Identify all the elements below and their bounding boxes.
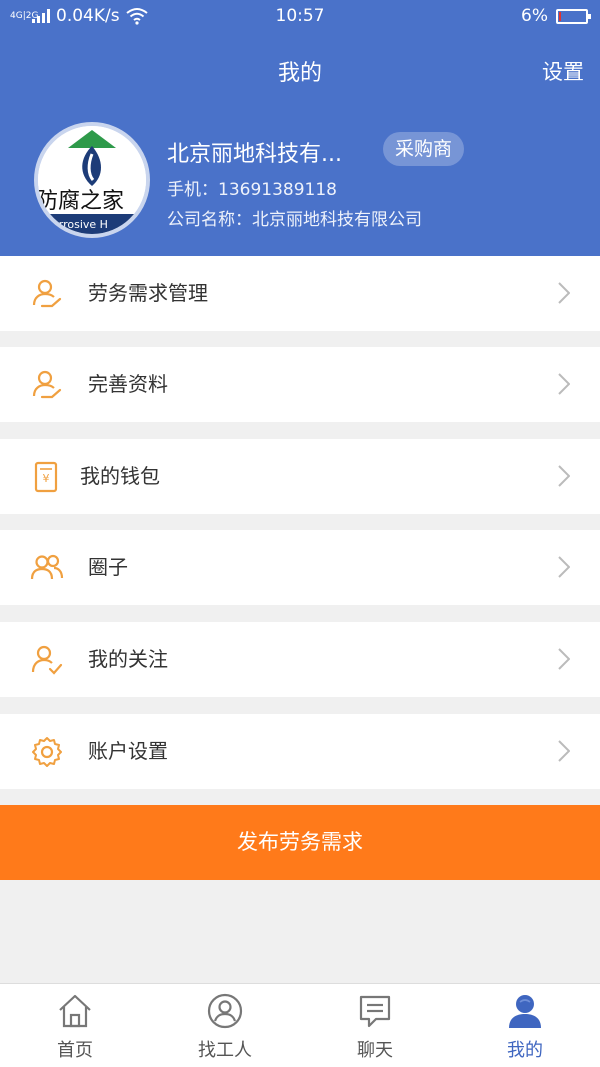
menu-item-following[interactable]: 我的关注: [0, 622, 600, 697]
tab-label: 我的: [507, 1040, 543, 1061]
person-check-icon: [31, 645, 63, 675]
menu-label: 劳务需求管理: [88, 281, 208, 305]
phone-number: 手机：13691389118: [167, 180, 337, 200]
menu-item-circle[interactable]: 圈子: [0, 530, 600, 605]
chevron-right-icon: [558, 465, 570, 487]
company-logo-icon: 防腐之家 corrosive H: [38, 126, 146, 234]
tab-chat[interactable]: 聊天: [300, 984, 450, 1067]
clock: 10:57: [275, 6, 325, 26]
menu-item-wallet[interactable]: ¥ 我的钱包: [0, 439, 600, 514]
chevron-right-icon: [558, 740, 570, 762]
chevron-right-icon: [558, 373, 570, 395]
menu-label: 完善资料: [88, 372, 168, 396]
tab-label: 聊天: [357, 1040, 393, 1061]
person-hand-icon: [32, 370, 62, 399]
user-name: 北京丽地科技有...: [167, 142, 342, 167]
find-worker-icon: [207, 993, 243, 1029]
gear-icon: [32, 737, 62, 767]
svg-text:¥: ¥: [43, 472, 50, 485]
tab-label: 找工人: [198, 1040, 252, 1061]
company-name: 公司名称：北京丽地科技有限公司: [167, 210, 422, 230]
battery-percent: 6%: [521, 6, 548, 26]
profile-icon: [509, 995, 541, 1028]
home-icon: [59, 994, 91, 1028]
avatar-logo-text: 防腐之家: [38, 189, 124, 214]
tab-find-worker[interactable]: 找工人: [150, 984, 300, 1067]
menu-item-account-settings[interactable]: 账户设置: [0, 714, 600, 789]
menu-item-complete-profile[interactable]: 完善资料: [0, 347, 600, 422]
bottom-tab-bar: 首页 找工人 聊天 我的: [0, 983, 600, 1067]
tab-profile[interactable]: 我的: [450, 984, 600, 1067]
tab-home[interactable]: 首页: [0, 984, 150, 1067]
profile-header: 4G|2G 0.04K/s 10:57 6% 我的 设置 防腐之家 corros…: [0, 0, 600, 256]
chevron-right-icon: [558, 648, 570, 670]
menu-label: 圈子: [88, 555, 128, 579]
group-icon: [30, 554, 64, 580]
avatar-logo-subtext: corrosive H: [46, 218, 108, 231]
menu-item-labor-demand[interactable]: 劳务需求管理: [0, 256, 600, 331]
chevron-right-icon: [558, 556, 570, 578]
page-title: 我的: [277, 61, 322, 86]
publish-labor-demand-button[interactable]: 发布劳务需求: [0, 805, 600, 880]
person-hand-icon: [32, 279, 62, 308]
role-badge: 采购商: [383, 132, 465, 166]
chat-icon: [359, 995, 391, 1028]
avatar[interactable]: 防腐之家 corrosive H: [34, 122, 150, 238]
tab-label: 首页: [57, 1040, 93, 1061]
menu-label: 我的钱包: [80, 464, 160, 488]
menu-label: 我的关注: [88, 647, 168, 671]
settings-button[interactable]: 设置: [542, 56, 584, 86]
status-bar: 4G|2G 0.04K/s 10:57 6%: [0, 0, 600, 34]
wallet-icon: ¥: [34, 461, 58, 493]
battery-icon: [556, 8, 591, 24]
chevron-right-icon: [558, 282, 570, 304]
menu-label: 账户设置: [88, 739, 168, 763]
